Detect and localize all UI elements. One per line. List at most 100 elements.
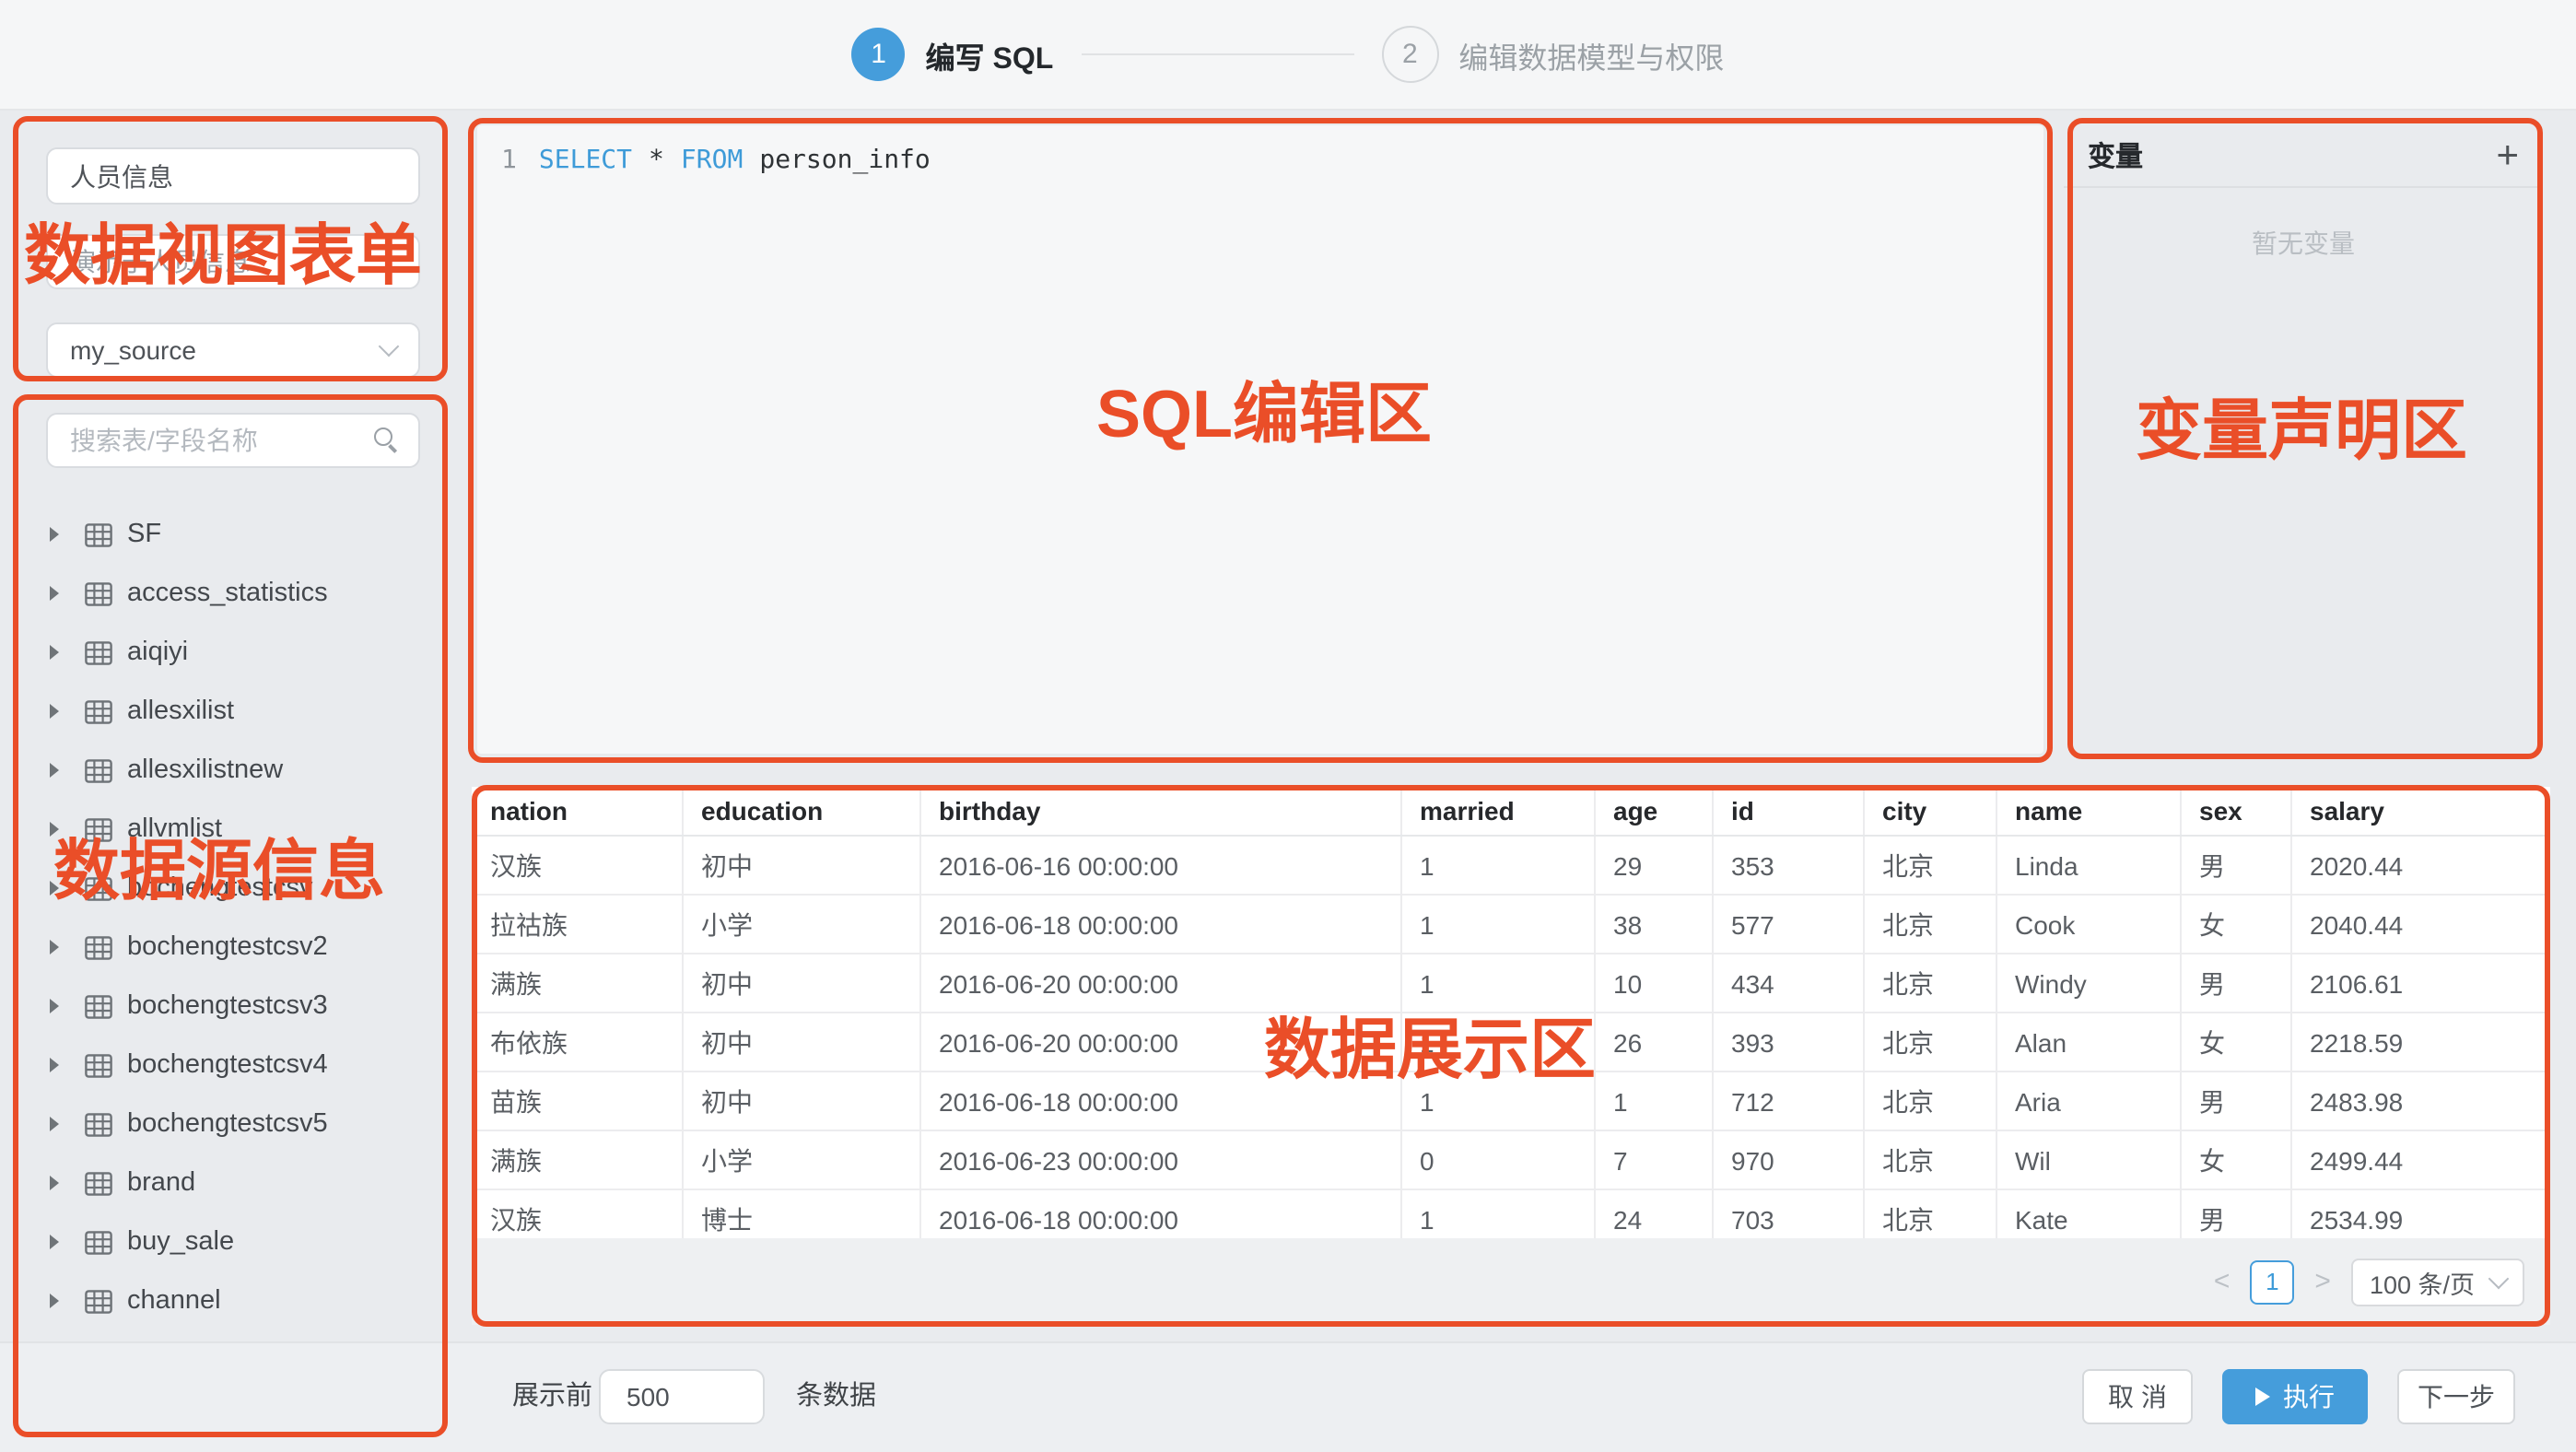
row-limit-input[interactable] <box>599 1369 765 1424</box>
column-header[interactable]: id <box>1712 787 1863 836</box>
column-header[interactable]: age <box>1594 787 1712 836</box>
row-limit-prefix: 展示前 <box>512 1343 592 1452</box>
result-table-wrap: nationeducationbirthdaymarriedageidcityn… <box>472 787 2550 1238</box>
cell-salary: 2218.59 <box>2290 1013 2550 1071</box>
cell-nation: 满族 <box>472 954 682 1013</box>
cell-nation: 汉族 <box>472 1189 682 1238</box>
table-row[interactable]: 汉族 初中 2016-06-16 00:00:00 1 29 353 北京 Li… <box>472 836 2550 895</box>
expand-caret-icon[interactable] <box>50 586 59 601</box>
expand-caret-icon[interactable] <box>50 1235 59 1249</box>
table-row[interactable]: 拉祜族 小学 2016-06-18 00:00:00 1 38 577 北京 C… <box>472 895 2550 954</box>
table-grid-icon <box>85 994 112 1018</box>
expand-caret-icon[interactable] <box>50 704 59 719</box>
table-row[interactable]: 满族 初中 2016-06-20 00:00:00 1 10 434 北京 Wi… <box>472 954 2550 1013</box>
table-grid-icon <box>85 935 112 959</box>
table-row[interactable]: 满族 小学 2016-06-23 00:00:00 0 7 970 北京 Wil… <box>472 1130 2550 1189</box>
expand-caret-icon[interactable] <box>50 1294 59 1308</box>
page-size-select[interactable]: 100 条/页 <box>2351 1258 2524 1306</box>
prev-page-icon[interactable]: < <box>2210 1266 2234 1297</box>
table-search-input[interactable] <box>70 426 346 455</box>
cell-birthday: 2016-06-18 00:00:00 <box>919 1071 1400 1130</box>
cell-sex: 男 <box>2180 1071 2290 1130</box>
cell-age: 26 <box>1594 1013 1712 1071</box>
step-edit-model[interactable]: 2 编辑数据模型与权限 <box>1381 26 1724 83</box>
column-header[interactable]: salary <box>2290 787 2550 836</box>
expand-caret-icon[interactable] <box>50 881 59 896</box>
column-header[interactable]: birthday <box>919 787 1400 836</box>
stepper-connector <box>1081 53 1353 55</box>
cell-sex: 男 <box>2180 1189 2290 1238</box>
next-step-button[interactable]: 下一步 <box>2397 1369 2515 1424</box>
execute-label: 执行 <box>2283 1378 2335 1415</box>
table-tree-item[interactable]: brand <box>0 1153 455 1212</box>
column-header[interactable]: sex <box>2180 787 2290 836</box>
column-header[interactable]: name <box>1996 787 2180 836</box>
table-tree-item[interactable]: allesxilist <box>0 682 455 741</box>
expand-caret-icon[interactable] <box>50 527 59 542</box>
expand-caret-icon[interactable] <box>50 1117 59 1131</box>
search-icon[interactable] <box>374 427 400 453</box>
datasource-select[interactable]: my_source <box>46 322 420 378</box>
cell-married: 0 <box>1400 1130 1594 1189</box>
table-tree-item[interactable]: access_statistics <box>0 564 455 623</box>
result-data-panel: nationeducationbirthdaymarriedageidcityn… <box>472 787 2550 1325</box>
expand-caret-icon[interactable] <box>50 763 59 778</box>
table-name: bochengtestcsv4 <box>127 1050 328 1080</box>
cancel-button[interactable]: 取消 <box>2082 1369 2193 1424</box>
table-tree-item[interactable]: bochengtestcsv4 <box>0 1036 455 1095</box>
table-tree-item[interactable]: allesxilistnew <box>0 741 455 800</box>
table-name: bochengtestcsv3 <box>127 991 328 1021</box>
sql-editor[interactable]: 1 SELECT * FROM person_info <box>475 123 2045 755</box>
table-row[interactable]: 汉族 博士 2016-06-18 00:00:00 1 24 703 北京 Ka… <box>472 1189 2550 1238</box>
table-tree-item[interactable]: channel <box>0 1271 455 1330</box>
view-name-input[interactable] <box>46 147 420 205</box>
sql-star: * <box>649 146 664 175</box>
table-name: allesxilistnew <box>127 755 283 785</box>
column-header[interactable]: education <box>682 787 919 836</box>
cell-married: 1 <box>1400 895 1594 954</box>
column-header[interactable]: nation <box>472 787 682 836</box>
table-tree-item[interactable]: allvmlist <box>0 800 455 859</box>
table-tree-item[interactable]: SF <box>0 505 455 564</box>
table-tree-item[interactable]: buy_sale <box>0 1212 455 1271</box>
table-tree-item[interactable]: aiqiyi <box>0 623 455 682</box>
table-row[interactable]: 布依族 初中 2016-06-20 00:00:00 1 26 393 北京 A… <box>472 1013 2550 1071</box>
expand-caret-icon[interactable] <box>50 940 59 954</box>
next-page-icon[interactable]: > <box>2311 1266 2335 1297</box>
cell-birthday: 2016-06-20 00:00:00 <box>919 954 1400 1013</box>
current-page[interactable]: 1 <box>2250 1259 2294 1304</box>
expand-caret-icon[interactable] <box>50 1176 59 1190</box>
cell-birthday: 2016-06-16 00:00:00 <box>919 836 1400 895</box>
step-write-sql[interactable]: 1 编写 SQL <box>852 28 1054 81</box>
cell-education: 小学 <box>682 1130 919 1189</box>
table-tree-item[interactable]: bochengtestcsv <box>0 859 455 918</box>
expand-caret-icon[interactable] <box>50 1058 59 1072</box>
table-tree-item[interactable]: bochengtestcsv3 <box>0 977 455 1036</box>
column-header[interactable]: married <box>1400 787 1594 836</box>
table-row[interactable]: 苗族 初中 2016-06-18 00:00:00 1 1 712 北京 Ari… <box>472 1071 2550 1130</box>
table-tree-item[interactable]: bochengtestcsv2 <box>0 918 455 977</box>
column-header[interactable]: city <box>1863 787 1996 836</box>
table-grid-icon <box>85 758 112 782</box>
step2-label: 编辑数据模型与权限 <box>1458 32 1724 76</box>
table-tree-item[interactable]: bochengtestcsv5 <box>0 1095 455 1153</box>
expand-caret-icon[interactable] <box>50 999 59 1013</box>
add-variable-icon[interactable]: + <box>2496 135 2519 174</box>
cell-education: 初中 <box>682 1071 919 1130</box>
expand-caret-icon[interactable] <box>50 645 59 660</box>
table-grid-icon <box>85 876 112 900</box>
stepper: 1 编写 SQL 2 编辑数据模型与权限 <box>0 0 2576 109</box>
play-icon <box>2255 1388 2270 1406</box>
variables-header: 变量 + <box>2064 123 2543 188</box>
cell-birthday: 2016-06-18 00:00:00 <box>919 1189 1400 1238</box>
expand-caret-icon[interactable] <box>50 822 59 837</box>
app-root: 1 编写 SQL 2 编辑数据模型与权限 my_source <box>0 0 2576 1450</box>
view-description-input[interactable] <box>46 234 420 289</box>
cell-city: 北京 <box>1863 954 1996 1013</box>
execute-button[interactable]: 执行 <box>2222 1369 2368 1424</box>
cell-city: 北京 <box>1863 1071 1996 1130</box>
table-grid-icon <box>85 1053 112 1077</box>
cell-age: 24 <box>1594 1189 1712 1238</box>
table-grid-icon <box>85 1171 112 1195</box>
table-grid-icon <box>85 699 112 723</box>
